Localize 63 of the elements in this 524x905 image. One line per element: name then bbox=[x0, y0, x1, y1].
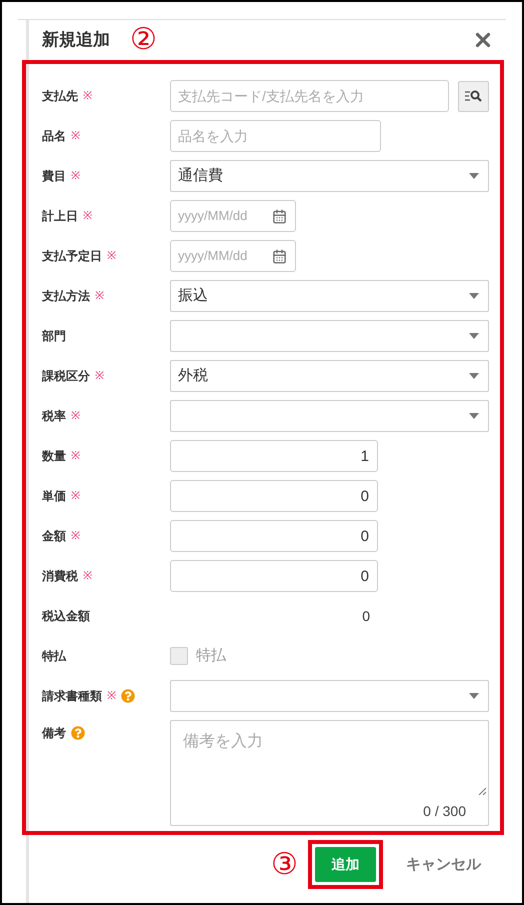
select-field[interactable] bbox=[170, 320, 489, 352]
field-label: 請求書種類 bbox=[42, 688, 102, 705]
field-label: 部門 bbox=[42, 328, 66, 345]
caret-icon bbox=[469, 333, 479, 339]
field-label: 数量 bbox=[42, 448, 66, 465]
checkbox-label: 特払 bbox=[196, 646, 226, 666]
required-mark: ※ bbox=[95, 368, 104, 384]
required-mark: ※ bbox=[71, 408, 80, 424]
select-field[interactable] bbox=[170, 400, 489, 432]
field-label: 税込金額 bbox=[42, 608, 90, 625]
required-mark: ※ bbox=[71, 448, 80, 464]
number-field[interactable]: 1 bbox=[170, 440, 378, 472]
required-mark: ※ bbox=[83, 88, 92, 104]
required-mark: ※ bbox=[71, 168, 80, 184]
field-label: 課税区分 bbox=[42, 368, 90, 385]
help-icon[interactable] bbox=[121, 689, 135, 703]
caret-icon bbox=[469, 373, 479, 379]
calendar-icon bbox=[272, 248, 287, 264]
number-field[interactable]: 0 bbox=[170, 520, 378, 552]
required-mark: ※ bbox=[71, 128, 80, 144]
field-label: 品名 bbox=[42, 128, 66, 145]
cancel-link[interactable]: キャンセル bbox=[404, 854, 483, 876]
field-label: 計上日 bbox=[42, 208, 78, 225]
required-mark: ※ bbox=[83, 568, 92, 584]
step-marker: ② bbox=[130, 25, 157, 55]
field-label: 支払予定日 bbox=[42, 248, 102, 265]
select-field[interactable]: 振込 bbox=[170, 280, 489, 312]
required-mark: ※ bbox=[107, 688, 116, 704]
caret-icon bbox=[469, 413, 479, 419]
search-list-button[interactable] bbox=[458, 80, 489, 112]
notes-field[interactable]: 備考を入力 0 / 300 bbox=[170, 720, 489, 826]
calendar-icon bbox=[272, 208, 287, 224]
step-marker: ③ bbox=[271, 850, 298, 880]
required-mark: ※ bbox=[95, 288, 104, 304]
character-counter: 0 / 300 bbox=[423, 802, 466, 821]
field-label: 支払先 bbox=[42, 88, 78, 105]
field-label: 金額 bbox=[42, 528, 66, 545]
caret-icon bbox=[469, 173, 479, 179]
number-field[interactable]: 0 bbox=[170, 560, 378, 592]
payee-field[interactable]: 支払先コード/支払先名を入力 bbox=[170, 80, 449, 112]
required-mark: ※ bbox=[107, 248, 116, 264]
select-field[interactable] bbox=[170, 680, 489, 712]
list-search-icon bbox=[464, 90, 482, 102]
required-mark: ※ bbox=[83, 208, 92, 224]
caret-icon bbox=[469, 293, 479, 299]
number-field[interactable]: 0 bbox=[170, 480, 378, 512]
field-label: 特払 bbox=[42, 648, 66, 665]
resize-grip-icon bbox=[478, 787, 486, 795]
help-icon[interactable] bbox=[71, 726, 85, 740]
dialog-title: 新規追加 bbox=[42, 29, 110, 52]
required-mark: ※ bbox=[71, 528, 80, 544]
text-field[interactable]: 品名を入力 bbox=[170, 120, 381, 152]
field-label: 支払方法 bbox=[42, 288, 90, 305]
field-label: 費目 bbox=[42, 168, 66, 185]
field-label: 単価 bbox=[42, 488, 66, 505]
caret-icon bbox=[469, 693, 479, 699]
field-label: 備考 bbox=[42, 725, 66, 742]
field-label: 消費税 bbox=[42, 568, 78, 585]
required-mark: ※ bbox=[71, 488, 80, 504]
field-label: 税率 bbox=[42, 408, 66, 425]
total-amount: 0 bbox=[362, 606, 370, 626]
select-field[interactable]: 通信費 bbox=[170, 160, 489, 192]
select-field[interactable]: 外税 bbox=[170, 360, 489, 392]
